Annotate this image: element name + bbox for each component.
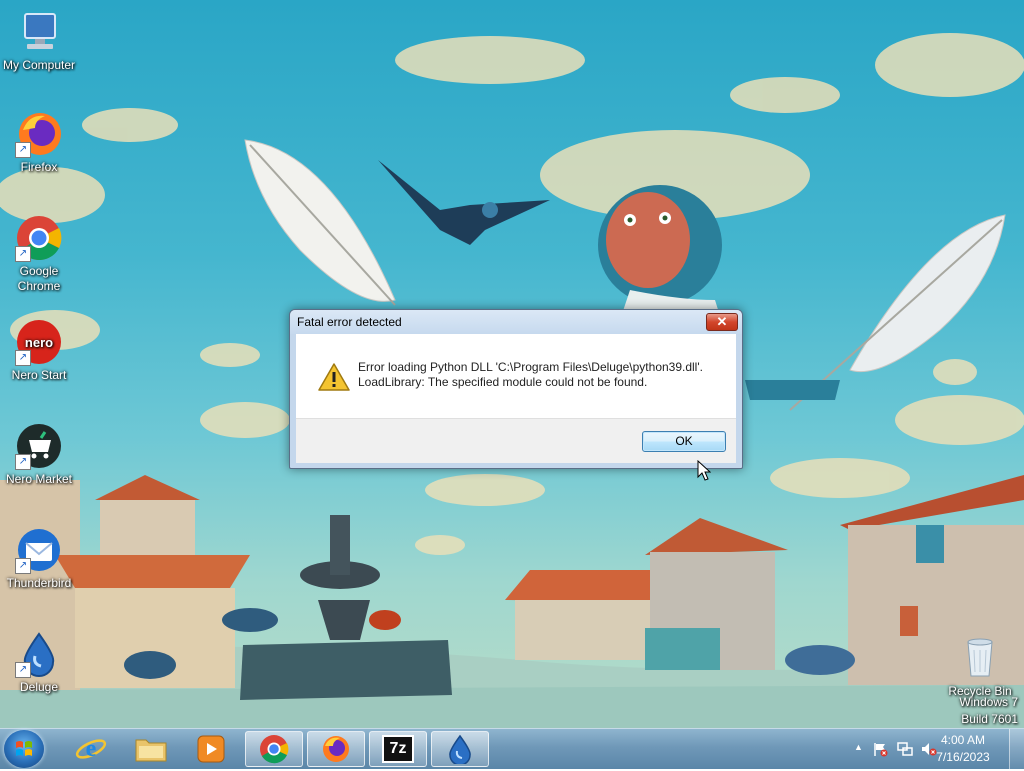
taskbar-deluge[interactable] — [431, 731, 489, 767]
taskbar-internet-explorer[interactable]: e — [62, 731, 120, 767]
desktop-icon-nero-market[interactable]: ↗ Nero Market — [1, 422, 77, 487]
svg-text:e: e — [86, 736, 97, 762]
desktop-icon-recycle-bin[interactable]: Recycle Bin — [942, 632, 1018, 698]
watermark-line-1: Windows 7 — [959, 695, 1018, 709]
desktop-icon-thunderbird[interactable]: ↗ Thunderbird — [1, 526, 77, 591]
recycle-bin-icon — [956, 632, 1004, 680]
start-button[interactable] — [4, 730, 44, 768]
close-icon: ✕ — [716, 314, 728, 329]
firefox-icon — [323, 736, 349, 762]
desktop-icon-label: Firefox — [20, 160, 58, 174]
nero-icon: nero ↗ — [15, 318, 63, 366]
dialog-content: Error loading Python DLL 'C:\Program Fil… — [296, 334, 736, 418]
desktop-icon-nero-start[interactable]: nero ↗ Nero Start — [1, 318, 77, 383]
show-hidden-icons-button[interactable]: ▲ — [854, 742, 863, 752]
warning-icon — [318, 363, 350, 391]
desktop-icon-google-chrome[interactable]: ↗ Google Chrome — [1, 214, 77, 294]
network-icon[interactable] — [896, 741, 914, 757]
computer-icon — [15, 8, 63, 56]
ok-button[interactable]: OK — [642, 431, 726, 452]
desktop-icon-label: My Computer — [2, 58, 76, 72]
desktop-icon-label: Deluge — [19, 680, 59, 694]
thunderbird-icon: ↗ — [15, 526, 63, 574]
dialog-title: Fatal error detected — [297, 315, 402, 329]
nero-market-icon: ↗ — [15, 422, 63, 470]
windows-version-watermark: Windows 7 Build 7601 — [959, 694, 1018, 728]
shortcut-arrow-icon: ↗ — [15, 454, 31, 470]
show-desktop-button[interactable] — [1009, 729, 1024, 769]
folder-icon — [135, 739, 167, 762]
dialog-titlebar[interactable]: Fatal error detected — [290, 310, 742, 334]
desktop-icon-my-computer[interactable]: My Computer — [1, 8, 77, 73]
firefox-icon: ↗ — [15, 110, 63, 158]
clock[interactable]: 4:00 AM 7/16/2023 — [928, 732, 998, 766]
desktop-icon-firefox[interactable]: ↗ Firefox — [1, 110, 77, 175]
watermark-line-2: Build 7601 — [961, 712, 1018, 726]
taskbar-google-chrome[interactable] — [245, 731, 303, 767]
deluge-icon: ↗ — [15, 630, 63, 678]
desktop-icon-deluge[interactable]: ↗ Deluge — [1, 630, 77, 695]
desktop-icon-label: Google Chrome — [17, 264, 61, 293]
taskbar-windows-explorer[interactable] — [122, 731, 180, 767]
shortcut-arrow-icon: ↗ — [15, 558, 31, 574]
desktop-icon-label: Thunderbird — [6, 576, 72, 590]
chrome-icon: ↗ — [15, 214, 63, 262]
close-button[interactable]: ✕ — [706, 313, 738, 331]
7zip-icon: 7z — [382, 735, 414, 763]
chrome-icon — [260, 735, 289, 764]
shortcut-arrow-icon: ↗ — [15, 662, 31, 678]
mouse-pointer-icon — [697, 460, 711, 481]
desktop-icon-label: Nero Market — [5, 472, 73, 486]
taskbar: e 7z ▲ 4:00 AM 7/16/2023 — [0, 728, 1024, 769]
taskbar-7zip[interactable]: 7z — [369, 731, 427, 767]
error-message-line-1: Error loading Python DLL 'C:\Program Fil… — [358, 360, 703, 374]
system-tray: ▲ 4:00 AM 7/16/2023 — [834, 729, 1024, 769]
windows-start-icon — [16, 741, 32, 756]
media-player-icon — [197, 735, 225, 763]
shortcut-arrow-icon: ↗ — [15, 142, 31, 158]
svg-text:nero: nero — [25, 335, 53, 350]
dialog-footer: OK — [296, 418, 736, 463]
deluge-icon — [449, 734, 471, 764]
taskbar-media-player[interactable] — [182, 731, 240, 767]
clock-date: 7/16/2023 — [936, 750, 990, 764]
error-message-line-2: LoadLibrary: The specified module could … — [358, 375, 648, 389]
error-message: Error loading Python DLL 'C:\Program Fil… — [358, 360, 728, 390]
dialog-body: Error loading Python DLL 'C:\Program Fil… — [296, 334, 736, 463]
fatal-error-dialog[interactable]: Fatal error detected ✕ Error loading Pyt… — [289, 309, 743, 469]
taskbar-firefox[interactable] — [307, 731, 365, 767]
shortcut-arrow-icon: ↗ — [15, 246, 31, 262]
shortcut-arrow-icon: ↗ — [15, 350, 31, 366]
clock-time: 4:00 AM — [940, 733, 986, 747]
internet-explorer-icon: e — [75, 736, 107, 762]
action-center-flag-icon[interactable] — [872, 741, 888, 757]
desktop-icon-label: Nero Start — [11, 368, 67, 382]
